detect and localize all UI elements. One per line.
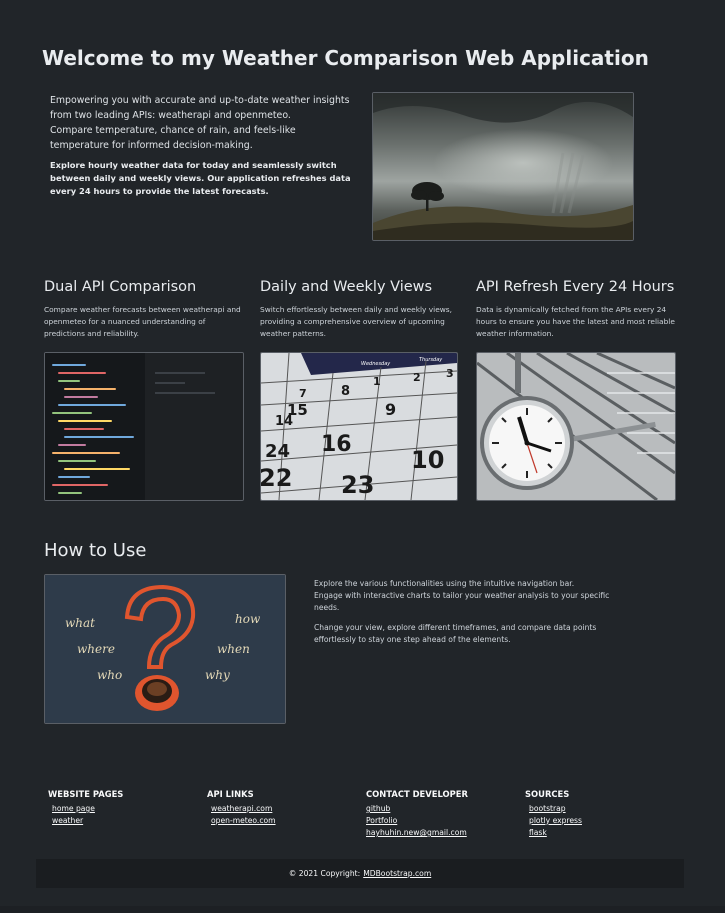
calendar-number: 3 <box>446 367 454 380</box>
copyright-link[interactable]: MDBootstrap.com <box>363 869 431 878</box>
calendar-image: Wednesday Thursday 1 2 3 7 8 9 14 15 16 … <box>260 352 458 501</box>
chalkboard-question-image: what where who how when why <box>44 574 286 724</box>
feature-text: Switch effortlessly between daily and we… <box>260 305 452 338</box>
footer-link-flask[interactable]: flask <box>529 827 582 839</box>
chalk-word: when <box>217 642 250 656</box>
feature-api-refresh: API Refresh Every 24 Hours Data is dynam… <box>476 279 676 340</box>
howto-title: How to Use <box>44 540 147 561</box>
calendar-number: 15 <box>287 401 308 419</box>
footer-website-pages: WEBSITE PAGES home page weather <box>48 789 123 827</box>
calendar-number: 8 <box>341 384 350 399</box>
howto-text: Explore the various functionalities usin… <box>314 578 620 654</box>
footer-link-plotly-express[interactable]: plotly express <box>529 815 582 827</box>
feature-dual-api: Dual API Comparison Compare weather fore… <box>44 279 244 340</box>
chalk-word: why <box>205 668 230 682</box>
footer-link-weatherapi[interactable]: weatherapi.com <box>211 803 276 815</box>
calendar-day-label: Thursday <box>419 357 443 363</box>
taskbar-strip <box>0 906 725 913</box>
copyright-text: © 2021 Copyright: <box>288 869 361 878</box>
footer-link-home-page[interactable]: home page <box>52 803 123 815</box>
footer-heading: API LINKS <box>207 789 254 799</box>
calendar-number: 23 <box>341 471 374 499</box>
chalk-word: what <box>65 616 95 630</box>
footer-link-portfolio[interactable]: Portfolio <box>366 815 468 827</box>
calendar-number: 22 <box>261 464 292 492</box>
code-screen-image <box>44 352 244 501</box>
footer-link-github[interactable]: github <box>366 803 468 815</box>
calendar-number: 1 <box>373 375 381 388</box>
howto-paragraph-2: Change your view, explore different time… <box>314 623 597 644</box>
footer-sources: SOURCES bootstrap plotly express flask <box>525 789 582 839</box>
calendar-number: 10 <box>411 446 444 474</box>
footer-contact-developer: CONTACT DEVELOPER github Portfolio hayhu… <box>366 789 468 839</box>
footer-heading: WEBSITE PAGES <box>48 789 124 799</box>
howto-section: How to Use <box>44 540 146 561</box>
feature-title: API Refresh Every 24 Hours <box>476 279 675 295</box>
calendar-number: 16 <box>321 432 352 457</box>
calendar-number: 2 <box>413 371 421 384</box>
calendar-number: 9 <box>385 400 396 419</box>
feature-title: Daily and Weekly Views <box>260 279 433 295</box>
chalk-word: where <box>77 642 115 656</box>
footer-link-weather[interactable]: weather <box>52 815 123 827</box>
feature-text: Compare weather forecasts between weathe… <box>44 305 241 338</box>
footer-heading: SOURCES <box>525 789 570 799</box>
chalk-word: how <box>235 612 261 626</box>
feature-title: Dual API Comparison <box>44 279 197 295</box>
chalk-word: who <box>97 668 122 682</box>
footer-api-links: API LINKS weatherapi.com open-meteo.com <box>207 789 276 827</box>
calendar-day-label: Wednesday <box>361 361 391 367</box>
intro-line-2: Compare temperature, chance of rain, and… <box>50 125 296 151</box>
calendar-number: 7 <box>299 387 307 400</box>
intro-section: Empowering you with accurate and up-to-d… <box>50 93 355 198</box>
storm-tree-image <box>372 92 634 241</box>
footer-link-bootstrap[interactable]: bootstrap <box>529 803 582 815</box>
station-clock-image <box>476 352 676 501</box>
page-title: Welcome to my Weather Comparison Web App… <box>42 46 649 70</box>
howto-line-2: Engage with interactive charts to tailor… <box>314 591 610 612</box>
footer-heading: CONTACT DEVELOPER <box>366 789 468 799</box>
intro-bold-text: Explore hourly weather data for today an… <box>50 160 351 196</box>
intro-line-1: Empowering you with accurate and up-to-d… <box>50 95 350 121</box>
feature-text: Data is dynamically fetched from the API… <box>476 305 675 338</box>
feature-daily-weekly: Daily and Weekly Views Switch effortless… <box>260 279 458 340</box>
footer-link-open-meteo[interactable]: open-meteo.com <box>211 815 276 827</box>
footer-link-email[interactable]: hayhuhin.new@gmail.com <box>366 827 468 839</box>
calendar-number: 24 <box>265 441 290 462</box>
howto-line-1: Explore the various functionalities usin… <box>314 579 575 588</box>
copyright-bar: © 2021 Copyright: MDBootstrap.com <box>36 859 684 888</box>
